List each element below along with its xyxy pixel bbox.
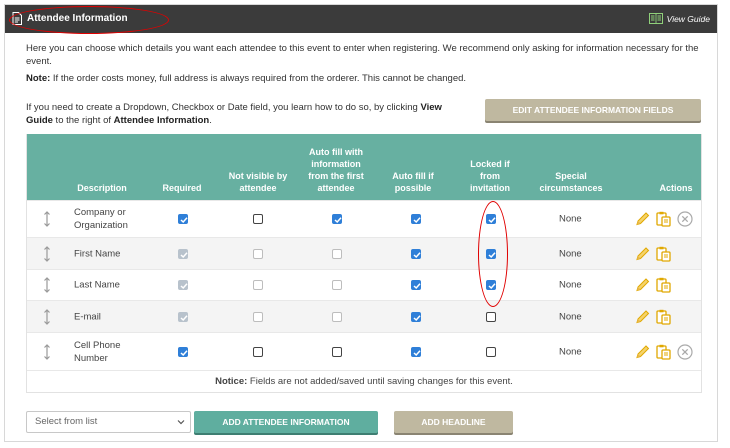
- col-auto-fill: Auto fill if possible: [392, 171, 434, 193]
- annotation-oval: [478, 201, 508, 307]
- table-row: E-mail None: [27, 300, 701, 332]
- auto-fill-checkbox[interactable]: [411, 248, 421, 259]
- help-paragraph: If you need to create a Dropdown, Checkb…: [26, 101, 471, 127]
- intro-paragraph: Here you can choose which details you wa…: [26, 42, 706, 68]
- required-checkbox: [178, 280, 188, 290]
- edit-pencil-icon[interactable]: [635, 246, 650, 261]
- intro-note: Note: If the order costs money, full add…: [26, 72, 706, 85]
- note-label: Note:: [26, 73, 51, 84]
- intro-text: Here you can choose which details you wa…: [26, 43, 699, 67]
- required-checkbox[interactable]: [178, 346, 188, 357]
- panel-header: Attendee Information View Guide: [5, 5, 717, 34]
- auto-fill-checkbox[interactable]: [411, 214, 421, 224]
- required-checkbox: [178, 248, 188, 259]
- notice-label: Notice:: [215, 376, 248, 387]
- drag-handle-icon[interactable]: [43, 343, 51, 360]
- auto-fill-first-checkbox: [332, 311, 342, 322]
- edit-attendee-fields-button[interactable]: EDIT ATTENDEE INFORMATION FIELDS: [485, 99, 701, 121]
- copy-clipboard-icon[interactable]: [656, 344, 671, 360]
- drag-handle-icon[interactable]: [43, 245, 51, 262]
- copy-clipboard-icon[interactable]: [656, 277, 671, 293]
- remove-circle-icon[interactable]: [677, 343, 693, 360]
- add-headline-button[interactable]: ADD HEADLINE: [394, 411, 513, 433]
- annotation-circle: [9, 6, 169, 34]
- special-circumstances: None: [559, 213, 582, 225]
- edit-pencil-icon[interactable]: [635, 309, 650, 324]
- auto-fill-first-checkbox[interactable]: [332, 214, 342, 224]
- notice-text: Fields are not added/saved until saving …: [247, 376, 513, 387]
- col-required: Required: [162, 183, 202, 193]
- table-body: Company or Organization None First Name Non…: [27, 200, 701, 370]
- table-notice: Notice: Fields are not added/saved until…: [27, 370, 701, 392]
- help-attendee-info: Attendee Information: [113, 115, 210, 126]
- locked-checkbox[interactable]: [486, 311, 496, 322]
- drag-handle-icon[interactable]: [43, 211, 51, 227]
- col-special: Special circumstances: [539, 171, 603, 193]
- note-text: If the order costs money, full address i…: [50, 73, 467, 84]
- drag-handle-icon[interactable]: [43, 277, 51, 293]
- drag-handle-icon[interactable]: [43, 308, 51, 325]
- attendee-information-panel: Attendee Information View Guide Here you…: [4, 4, 718, 442]
- col-auto-fill-first: Auto fill with information from the firs…: [308, 147, 364, 193]
- required-checkbox[interactable]: [178, 214, 188, 224]
- field-description: Company or Organization: [74, 207, 128, 231]
- special-circumstances: None: [559, 279, 582, 291]
- table-row: Last Name None: [27, 269, 701, 300]
- field-description: First Name: [74, 248, 121, 259]
- auto-fill-first-checkbox: [332, 248, 342, 259]
- chevron-down-icon: [177, 420, 185, 425]
- field-description: Last Name: [74, 279, 120, 291]
- edit-pencil-icon[interactable]: [635, 212, 650, 227]
- special-circumstances: None: [559, 311, 582, 322]
- required-checkbox: [178, 311, 188, 322]
- select-placeholder: Select from list: [35, 416, 98, 427]
- help-text-2: to the right of: [52, 115, 114, 126]
- copy-clipboard-icon[interactable]: [656, 246, 671, 262]
- edit-pencil-icon[interactable]: [635, 278, 650, 293]
- copy-clipboard-icon[interactable]: [656, 309, 671, 325]
- auto-fill-checkbox[interactable]: [411, 311, 421, 322]
- auto-fill-checkbox[interactable]: [411, 346, 421, 357]
- table-row: Cell Phone Number None: [27, 332, 701, 370]
- col-description: Description: [77, 183, 127, 193]
- not-visible-checkbox: [253, 248, 263, 259]
- field-description: E-mail: [74, 311, 101, 322]
- table-row: Company or Organization None: [27, 200, 701, 237]
- col-not-visible: Not visible by attendee: [228, 171, 288, 193]
- attendee-fields-table: Description Required Not visible by atte…: [26, 134, 702, 393]
- table-row: First Name None: [27, 237, 701, 269]
- help-text-1: If you need to create a Dropdown, Checkb…: [26, 102, 421, 113]
- field-description: Cell Phone Number: [74, 339, 121, 364]
- not-visible-checkbox[interactable]: [253, 346, 263, 357]
- add-attendee-information-button[interactable]: ADD ATTENDEE INFORMATION: [194, 411, 378, 433]
- auto-fill-first-checkbox[interactable]: [332, 346, 342, 357]
- not-visible-checkbox[interactable]: [253, 214, 263, 224]
- view-guide-label: View Guide: [666, 13, 710, 24]
- remove-circle-icon[interactable]: [677, 211, 693, 227]
- copy-clipboard-icon[interactable]: [656, 211, 671, 227]
- col-actions: Actions: [659, 183, 693, 193]
- not-visible-checkbox: [253, 311, 263, 322]
- auto-fill-checkbox[interactable]: [411, 280, 421, 290]
- edit-pencil-icon[interactable]: [635, 344, 650, 359]
- view-guide-link[interactable]: View Guide: [648, 13, 710, 24]
- field-type-select[interactable]: Select from list: [26, 411, 191, 433]
- not-visible-checkbox: [253, 280, 263, 290]
- locked-checkbox[interactable]: [486, 346, 496, 357]
- col-locked: Locked if from invitation: [470, 159, 510, 193]
- guide-book-icon: [648, 13, 663, 24]
- auto-fill-first-checkbox: [332, 280, 342, 290]
- help-text-3: .: [209, 115, 212, 126]
- table-header: Description Required Not visible by atte…: [27, 134, 701, 200]
- special-circumstances: None: [559, 248, 582, 259]
- special-circumstances: None: [559, 346, 582, 357]
